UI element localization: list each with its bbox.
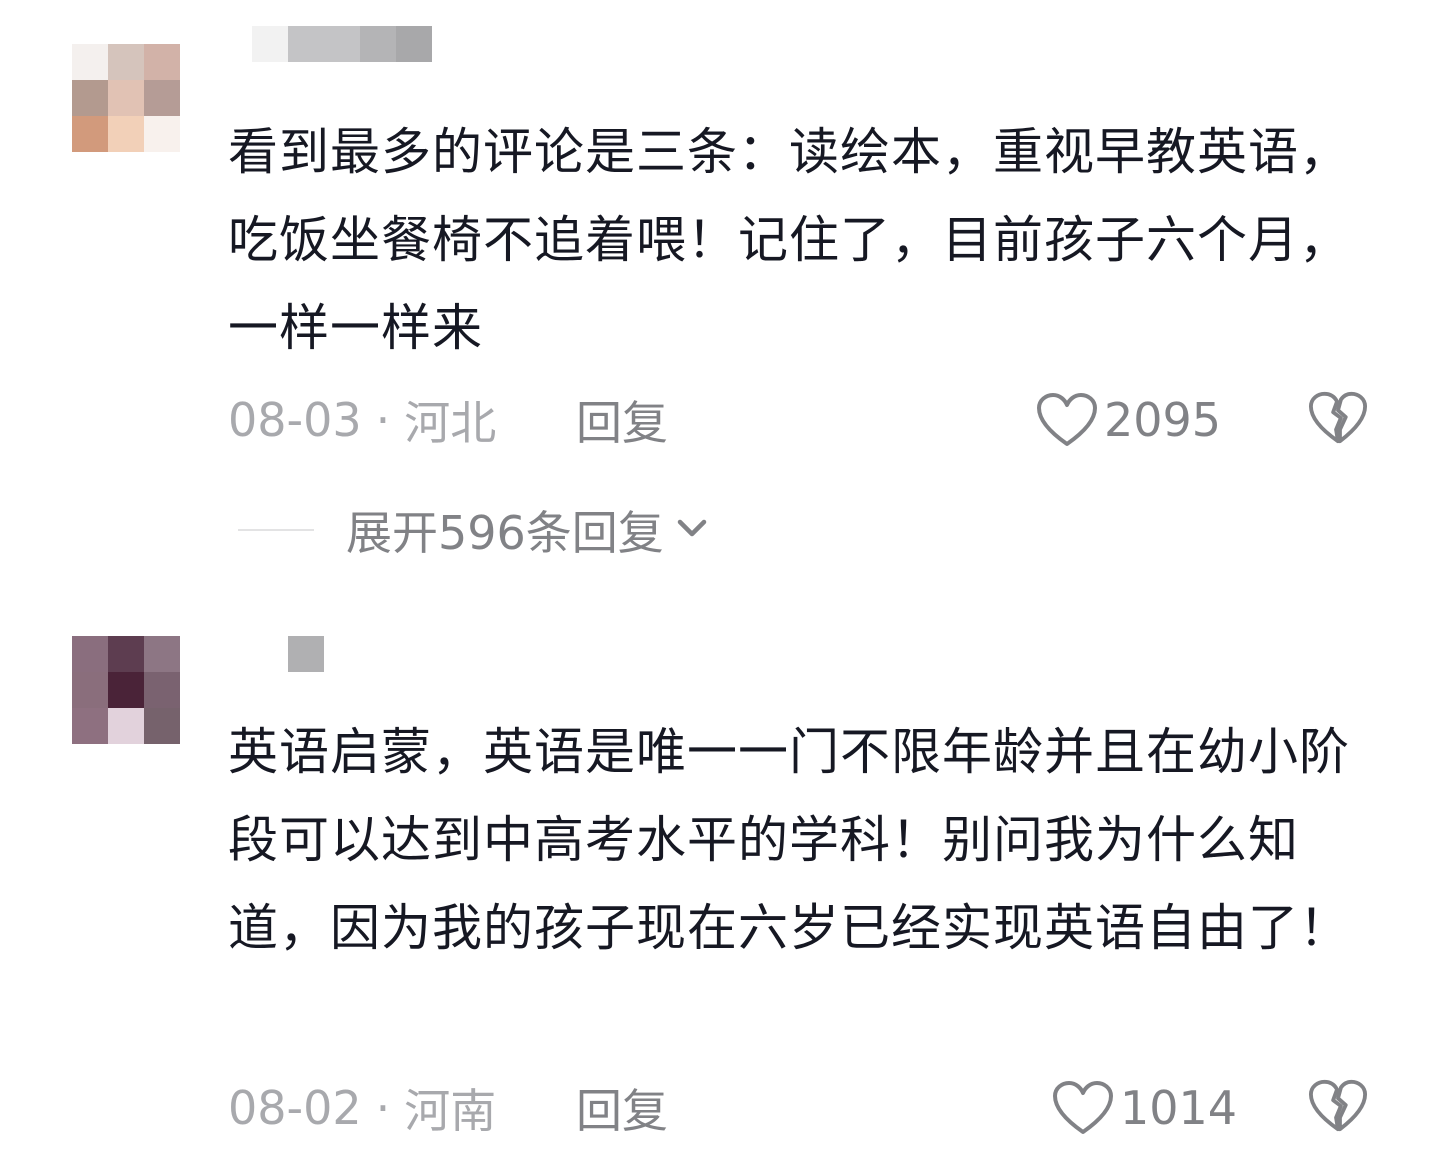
avatar-pixel — [108, 44, 144, 80]
username-pixel — [396, 26, 432, 62]
comment-date: 08-02 — [228, 1081, 362, 1135]
comment-text: 英语启蒙，英语是唯一一门不限年龄并且在幼小阶段可以达到中高考水平的学科！别问我为… — [228, 723, 1350, 957]
heart-outline-icon — [1036, 392, 1098, 448]
avatar-pixel — [144, 636, 180, 672]
comment-meta: 08-03 · 河北 — [228, 390, 496, 450]
comment-item: 看到最多的评论是三条：读绘本，重视早教英语，吃饭坐餐椅不追着喂！记住了，目前孩子… — [0, 0, 1440, 480]
like-count: 1014 — [1120, 1081, 1238, 1135]
username-blurred[interactable] — [288, 636, 324, 672]
comment-text: 看到最多的评论是三条：读绘本，重视早教英语，吃饭坐餐椅不追着喂！记住了，目前孩子… — [228, 123, 1350, 357]
avatar[interactable] — [72, 636, 180, 744]
avatar-pixel — [108, 672, 144, 708]
expand-divider — [238, 529, 314, 531]
avatar-pixel — [72, 116, 108, 152]
like-button[interactable]: 2095 — [1036, 390, 1221, 450]
comment-location: 河南 — [404, 1084, 497, 1138]
expand-replies-button[interactable]: 展开596条回复 — [238, 500, 712, 560]
avatar-pixel — [144, 80, 180, 116]
avatar-pixel — [72, 636, 108, 672]
broken-heart-icon — [1308, 388, 1368, 448]
dislike-button[interactable] — [1308, 1076, 1368, 1136]
username-pixel — [288, 26, 360, 62]
chevron-down-icon — [664, 508, 712, 552]
avatar[interactable] — [72, 44, 180, 152]
heart-outline-icon — [1052, 1080, 1114, 1136]
comment-meta: 08-02 · 河南 — [228, 1078, 496, 1138]
username-pixel — [288, 636, 324, 672]
avatar-pixel — [108, 636, 144, 672]
avatar-pixel — [72, 80, 108, 116]
like-button[interactable]: 1014 — [1052, 1078, 1237, 1138]
username-pixel — [360, 26, 396, 62]
avatar-pixel — [72, 44, 108, 80]
meta-separator: · — [375, 393, 391, 447]
avatar-pixel — [108, 708, 144, 744]
expand-replies-label: 展开596条回复 — [346, 506, 664, 560]
comment-date: 08-03 — [228, 393, 362, 447]
avatar-pixel — [144, 44, 180, 80]
avatar-pixel — [72, 672, 108, 708]
avatar-pixel — [108, 80, 144, 116]
username-blurred[interactable] — [252, 26, 432, 62]
broken-heart-icon — [1308, 1076, 1368, 1136]
username-pixel — [252, 26, 288, 62]
reply-button[interactable]: 回复 — [576, 390, 668, 450]
dislike-button[interactable] — [1308, 388, 1368, 448]
reply-button[interactable]: 回复 — [576, 1078, 668, 1138]
avatar-pixel — [144, 672, 180, 708]
avatar-pixel — [108, 116, 144, 152]
avatar-pixel — [144, 708, 180, 744]
avatar-pixel — [72, 708, 108, 744]
comment-item: 英语启蒙，英语是唯一一门不限年龄并且在幼小阶段可以达到中高考水平的学科！别问我为… — [0, 600, 1440, 1176]
like-count: 2095 — [1104, 393, 1222, 447]
meta-separator: · — [375, 1081, 391, 1135]
avatar-pixel — [144, 116, 180, 152]
comment-location: 河北 — [404, 396, 497, 450]
